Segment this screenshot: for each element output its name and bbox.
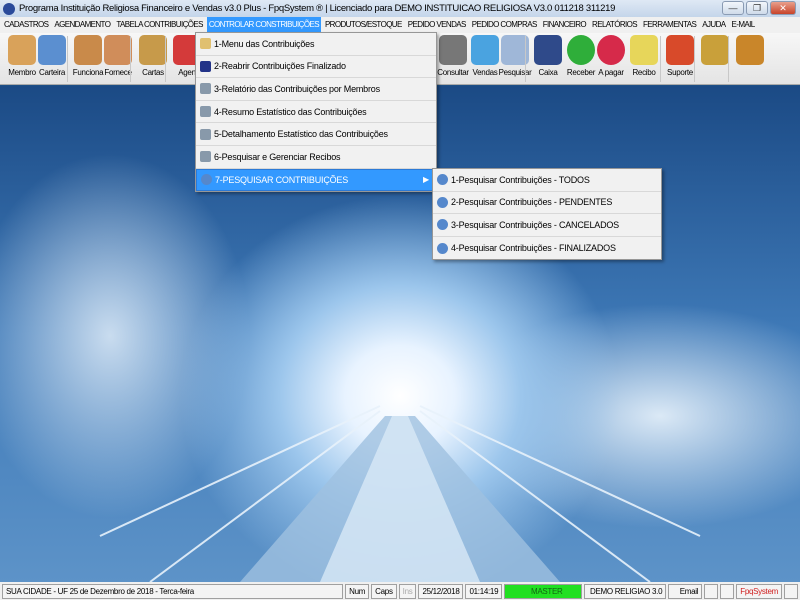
item-label: 5-Detalhamento Estatístico das Contribui… [214, 129, 388, 140]
cartas-icon [139, 35, 167, 65]
menu-produtos-estoque[interactable]: PRODUTOS/ESTOQUE [323, 17, 404, 33]
funciona-icon [74, 35, 102, 65]
status-ins: Ins [398, 583, 417, 599]
menu-tabela-contribui-es[interactable]: TABELA CONTRIBUIÇÕES [114, 17, 205, 33]
status-location: SUA CIDADE - UF 25 de Dezembro de 2018 -… [2, 583, 344, 599]
menu-pedido-compras[interactable]: PEDIDO COMPRAS [470, 17, 539, 33]
menu-relat-rios[interactable]: RELATÓRIOS [590, 17, 639, 33]
toolbar-button-carteira[interactable]: Carteira [35, 35, 69, 83]
item-label: 4-Pesquisar Contribuições - FINALIZADOS [451, 243, 616, 254]
item-label: 3-Relatório das Contribuições por Membro… [214, 83, 380, 94]
item-label: 1-Menu das Contribuições [214, 38, 315, 49]
status-bar: SUA CIDADE - UF 25 de Dezembro de 2018 -… [0, 582, 800, 600]
dropdown-item-7[interactable]: 7-PESQUISAR CONTRIBUIÇÕES ▶ [196, 168, 436, 192]
item-label: 7-PESQUISAR CONTRIBUIÇÕES [215, 174, 349, 185]
menu-item-icon [200, 60, 211, 72]
minimize-button[interactable]: — [722, 1, 744, 15]
membro-icon [8, 35, 36, 65]
pesquisar-submenu: 1-Pesquisar Contribuições - TODOS 2-Pesqu… [432, 168, 662, 261]
caixa-icon [534, 35, 562, 65]
status-date: 25/12/2018 [418, 583, 464, 599]
item-label: 6-Pesquisar e Gerenciar Recibos [214, 151, 341, 162]
toolbar-button-item15[interactable] [733, 35, 767, 83]
dropdown-item-1[interactable]: 1-Menu das Contribuições [196, 33, 436, 56]
dropdown-item-6[interactable]: 6-Pesquisar e Gerenciar Recibos [196, 146, 436, 169]
menu-item-icon [200, 128, 211, 140]
toolbar-button-recibo[interactable]: Recibo [627, 35, 661, 83]
search-icon [437, 219, 448, 231]
menu-e-mail[interactable]: E-MAIL [730, 17, 757, 33]
toolbar-button-suporte[interactable]: Suporte [663, 35, 697, 83]
search-icon [437, 242, 448, 254]
search-icon [437, 174, 448, 186]
status-time: 01:14:19 [465, 583, 503, 599]
toolbar-separator [130, 36, 131, 82]
menu-cadastros[interactable]: CADASTROS [2, 17, 50, 33]
menu-item-icon [200, 106, 211, 118]
suporte-icon [666, 35, 694, 65]
menu-item-icon [200, 83, 211, 95]
maximize-button[interactable]: ❐ [746, 1, 768, 15]
contribuicoes-dropdown: 1-Menu das Contribuições 2-Reabrir Contri… [195, 32, 437, 193]
user-icon [784, 583, 798, 599]
title-bar: Programa Instituição Religiosa Financeir… [0, 0, 800, 17]
toolbar-label: Suporte [667, 68, 693, 77]
network-icon[interactable] [720, 583, 735, 599]
search-icon [201, 174, 212, 186]
menu-ferramentas[interactable]: FERRAMENTAS [641, 17, 698, 33]
search-icon [437, 196, 448, 208]
menu-item-icon [200, 151, 211, 163]
menu-pedido-vendas[interactable]: PEDIDO VENDAS [406, 17, 468, 33]
printer-icon[interactable] [704, 583, 719, 599]
dropdown-item-5[interactable]: 5-Detalhamento Estatístico das Contribui… [196, 123, 436, 146]
toolbar-separator [525, 36, 526, 82]
toolbar-separator [694, 36, 695, 82]
status-brand: FpqSystem [736, 583, 782, 599]
submenu-item-4[interactable]: 4-Pesquisar Contribuições - FINALIZADOS [433, 237, 661, 260]
dropdown-item-3[interactable]: 3-Relatório das Contribuições por Membro… [196, 78, 436, 101]
toolbar-separator [67, 36, 68, 82]
submenu-item-2[interactable]: 2-Pesquisar Contribuições - PENDENTES [433, 192, 661, 215]
status-caps: Caps [371, 583, 397, 599]
status-user: MASTER [504, 583, 583, 599]
consultar-icon [439, 35, 467, 65]
toolbar-separator [165, 36, 166, 82]
vendas-icon [471, 35, 499, 65]
toolbar-separator [660, 36, 661, 82]
menu-item-icon [200, 38, 211, 50]
menu-agendamento[interactable]: AGENDAMENTO [52, 17, 112, 33]
menu-controlar-constribui-es[interactable]: CONTROLAR CONSTRIBUIÇÕES [206, 17, 321, 33]
item-label: 2-Reabrir Contribuições Finalizado [214, 61, 346, 72]
window-title: Programa Instituição Religiosa Financeir… [19, 3, 616, 14]
toolbar-button-item14[interactable] [698, 35, 732, 83]
receber-icon [567, 35, 595, 65]
item-label: 1-Pesquisar Contribuições - TODOS [451, 174, 590, 185]
item15-icon [736, 35, 764, 65]
fornece-icon [104, 35, 132, 65]
status-database: DEMO RELIGIAO 3.0 [584, 583, 667, 599]
submenu-arrow-icon: ▶ [423, 175, 429, 185]
carteira-icon [38, 35, 66, 65]
menu-bar: CADASTROS AGENDAMENTO TABELA CONTRIBUIÇÕES… [0, 17, 800, 33]
item14-icon [701, 35, 729, 65]
item-label: 4-Resumo Estatístico das Contribuições [214, 106, 367, 117]
menu-financeiro[interactable]: FINANCEIRO [541, 17, 588, 33]
item-label: 2-Pesquisar Contribuições - PENDENTES [451, 197, 613, 208]
status-email[interactable]: Email [668, 583, 703, 599]
menu-ajuda[interactable]: AJUDA [700, 17, 727, 33]
item-label: 3-Pesquisar Contribuições - CANCELADOS [451, 219, 619, 230]
close-button[interactable]: ✕ [770, 1, 796, 15]
toolbar-separator [728, 36, 729, 82]
a-pagar-icon [597, 35, 625, 65]
status-num: Num [345, 583, 370, 599]
recibo-icon [630, 35, 658, 65]
dropdown-item-4[interactable]: 4-Resumo Estatístico das Contribuições [196, 101, 436, 124]
app-icon [3, 2, 15, 15]
dropdown-item-2[interactable]: 2-Reabrir Contribuições Finalizado [196, 56, 436, 79]
submenu-item-3[interactable]: 3-Pesquisar Contribuições - CANCELADOS [433, 214, 661, 237]
submenu-item-1[interactable]: 1-Pesquisar Contribuições - TODOS [433, 169, 661, 192]
